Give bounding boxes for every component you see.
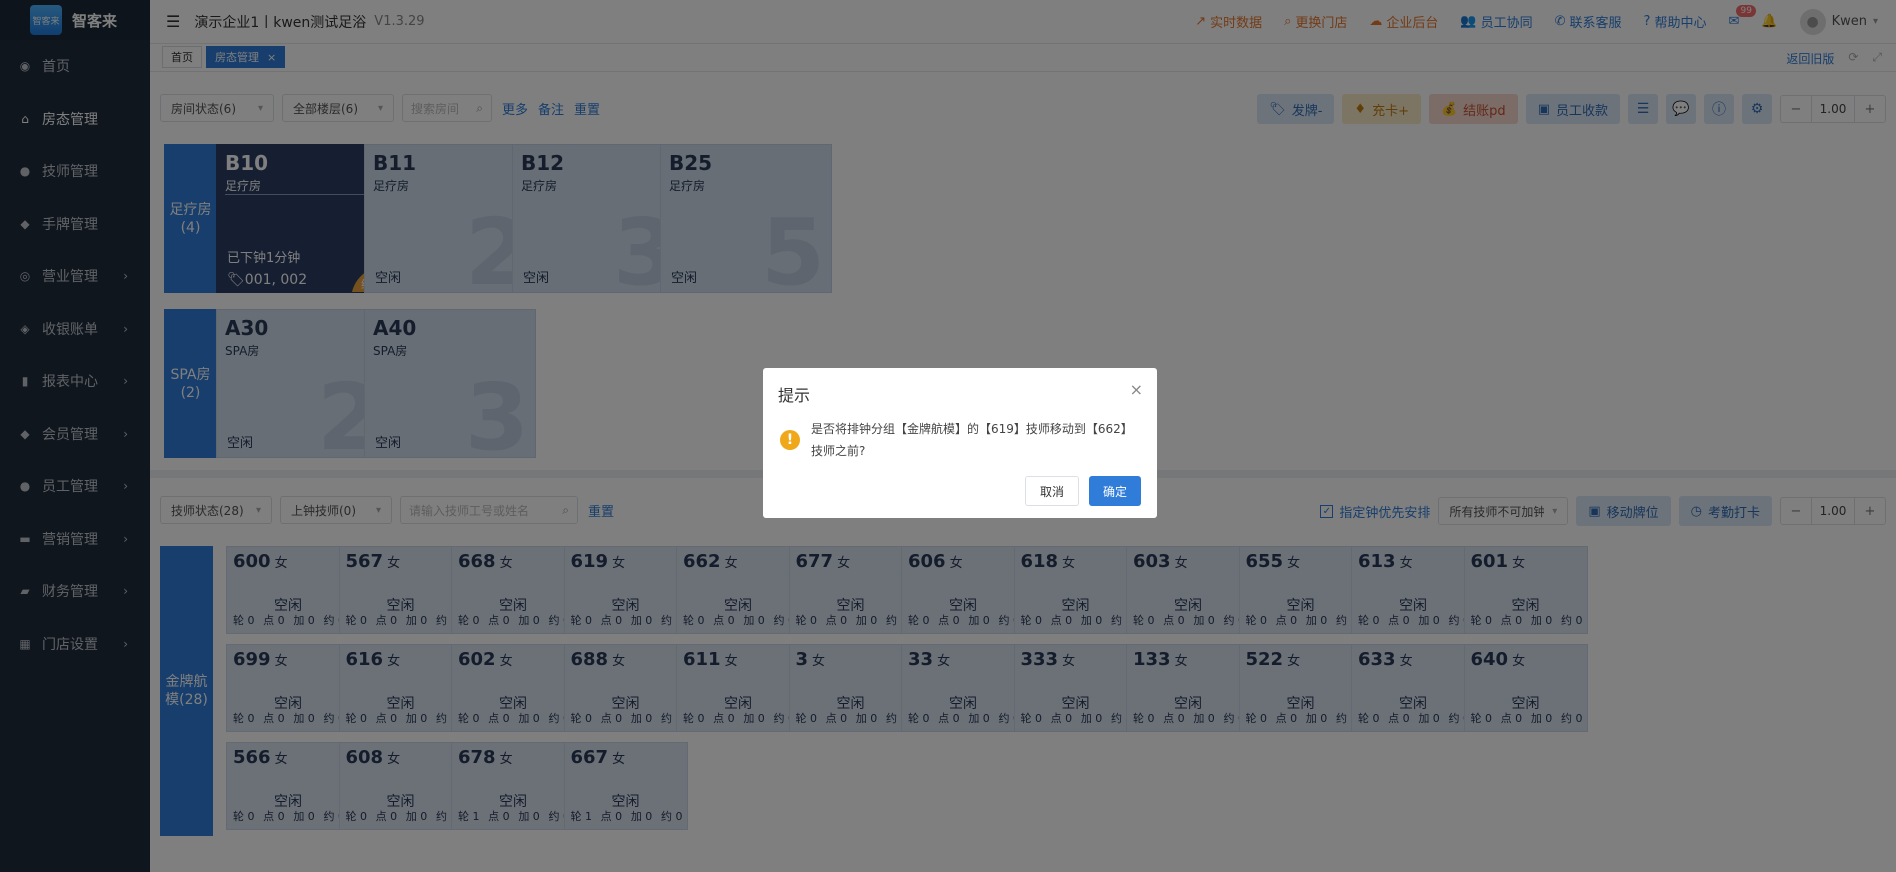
close-icon[interactable]: × — [1130, 380, 1143, 399]
confirm-dialog: 提示 × ! 是否将排钟分组【金牌航模】的【619】技师移动到【662】技师之前… — [763, 368, 1157, 518]
confirm-button[interactable]: 确定 — [1088, 476, 1141, 506]
dialog-message: 是否将排钟分组【金牌航模】的【619】技师移动到【662】技师之前? — [811, 422, 1127, 458]
cancel-button[interactable]: 取消 — [1024, 476, 1079, 506]
warning-icon: ! — [780, 430, 800, 450]
dialog-title: 提示 — [778, 386, 811, 405]
app-root: 智客来 智客来 ◉首页⌂房态管理●技师管理◆手牌管理◎营业管理›◈收银账单›▮报… — [0, 0, 1896, 872]
